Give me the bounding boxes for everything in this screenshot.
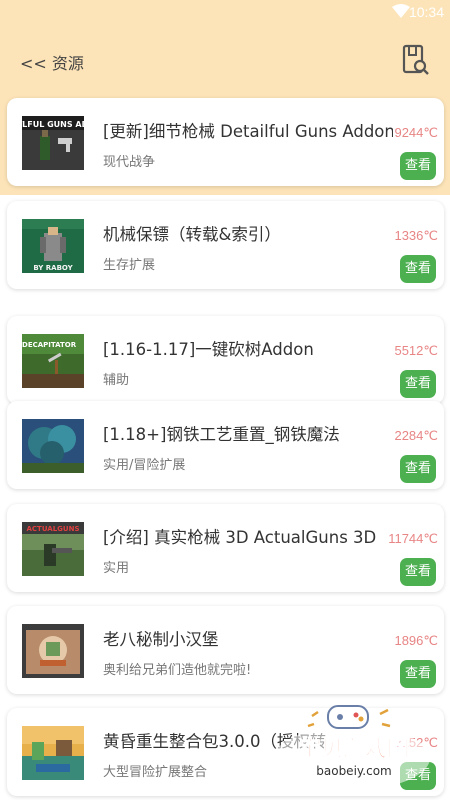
heat-count: 1336℃ bbox=[394, 228, 438, 243]
list-item[interactable]: ACTUALGUNS [介绍] 真实枪械 3D ActualGuns 3D 实用… bbox=[7, 504, 444, 592]
item-title: [1.16-1.17]一键砍树Addon bbox=[103, 340, 314, 359]
item-title: [更新]细节枪械 Detailful Guns Addon bbox=[103, 122, 393, 141]
list-item[interactable]: TREE DECAPITATOR [1.16-1.17]一键砍树Addon 辅助… bbox=[7, 316, 444, 404]
item-tag: 生存扩展 bbox=[103, 258, 156, 273]
view-button[interactable]: 查看 bbox=[400, 152, 436, 180]
item-title: 机械保镖（转载&索引） bbox=[103, 225, 281, 244]
thumbnail-image: ATLFUL GUNS ADD bbox=[22, 116, 84, 170]
back-button[interactable]: << 资源 bbox=[20, 50, 84, 74]
list-item[interactable]: [1.18+]钢铁工艺重置_钢铁魔法 实用/冒险扩展 2284℃ 查看 bbox=[7, 401, 444, 489]
thumbnail-image bbox=[22, 726, 84, 780]
item-tag: 现代战争 bbox=[103, 155, 156, 170]
thumbnail-image bbox=[22, 624, 84, 678]
thumbnail-caption: ATLFUL GUNS ADD bbox=[22, 120, 84, 129]
list-item[interactable]: 黄昏重生整合包3.0.0（授权转 大型冒险扩展整合 2152℃ 查看 bbox=[7, 708, 444, 796]
view-button[interactable]: 查看 bbox=[400, 660, 436, 688]
thumbnail-image: TREE DECAPITATOR bbox=[22, 334, 84, 388]
app-header: << 资源 bbox=[0, 38, 450, 84]
status-bar: 10:34 bbox=[0, 0, 450, 26]
view-button[interactable]: 查看 bbox=[400, 370, 436, 398]
item-title: 老八秘制小汉堡 bbox=[103, 630, 219, 649]
item-tag: 大型冒险扩展整合 bbox=[103, 765, 208, 780]
item-title: [介绍] 真实枪械 3D ActualGuns 3D bbox=[103, 528, 377, 547]
list-item[interactable]: ATLFUL GUNS ADD [更新]细节枪械 Detailful Guns … bbox=[7, 98, 444, 186]
status-time: 10:34 bbox=[408, 4, 444, 20]
list-item[interactable]: 老八秘制小汉堡 奥利给兄弟们造他就完啦! 1896℃ 查看 bbox=[7, 606, 444, 694]
item-tag: 奥利给兄弟们造他就完啦! bbox=[103, 663, 252, 678]
search-icon[interactable] bbox=[402, 44, 430, 76]
heat-count: 2152℃ bbox=[394, 735, 438, 750]
item-title: 黄昏重生整合包3.0.0（授权转 bbox=[103, 732, 327, 751]
view-button[interactable]: 查看 bbox=[400, 255, 436, 283]
item-title: [1.18+]钢铁工艺重置_钢铁魔法 bbox=[103, 425, 340, 444]
heat-count: 11744℃ bbox=[388, 531, 438, 546]
item-tag: 实用 bbox=[103, 561, 130, 576]
thumbnail-image: ACTUALGUNS bbox=[22, 522, 84, 576]
wifi-icon bbox=[392, 4, 410, 18]
heat-count: 5512℃ bbox=[394, 343, 438, 358]
heat-count: 1896℃ bbox=[394, 633, 438, 648]
heat-count: 9244℃ bbox=[394, 125, 438, 140]
thumbnail-image: BY RABOY bbox=[22, 219, 84, 273]
view-button[interactable]: 查看 bbox=[400, 455, 436, 483]
view-button[interactable]: 查看 bbox=[400, 762, 436, 790]
heat-count: 2284℃ bbox=[394, 428, 438, 443]
thumbnail-image bbox=[22, 419, 84, 473]
view-button[interactable]: 查看 bbox=[400, 558, 436, 586]
list-item[interactable]: BY RABOY 机械保镖（转载&索引） 生存扩展 1336℃ 查看 bbox=[7, 201, 444, 289]
item-tag: 实用/冒险扩展 bbox=[103, 458, 186, 473]
thumbnail-caption: ACTUALGUNS bbox=[26, 525, 79, 533]
thumbnail-caption: TREE DECAPITATOR bbox=[22, 341, 77, 349]
item-tag: 辅助 bbox=[103, 373, 130, 388]
thumbnail-caption: BY RABOY bbox=[33, 264, 73, 272]
